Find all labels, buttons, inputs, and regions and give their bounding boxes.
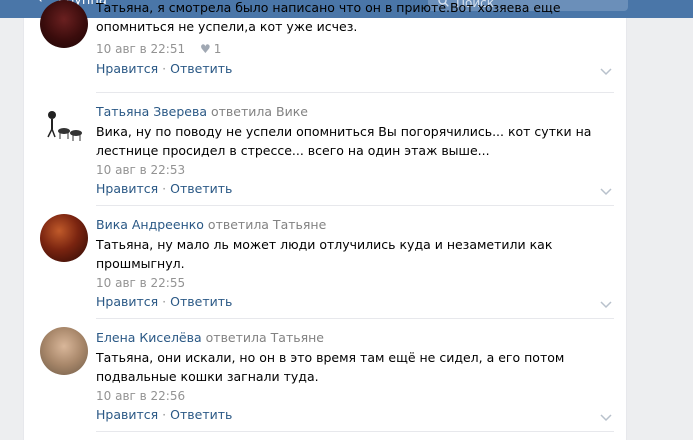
comment-text: Татьяна, я смотрела было написано что он… <box>96 0 596 36</box>
comment-text-line: лестнице просидел в стрессе... всего на … <box>96 143 490 158</box>
avatar[interactable] <box>40 214 88 262</box>
author-name-link[interactable]: Вика Андреенко <box>96 217 204 232</box>
avatar[interactable] <box>40 103 88 151</box>
comment-text: Татьяна, они искали, но он в это время т… <box>96 348 596 386</box>
chevron-down-icon[interactable] <box>600 68 612 76</box>
comment-text-line: Татьяна, они искали, но он в это время т… <box>96 350 565 365</box>
author-name-link[interactable]: Татьяна Зверева <box>96 104 207 119</box>
comment-date[interactable]: 10 авг в 22:51 <box>96 42 185 56</box>
comment-date[interactable]: 10 авг в 22:56 <box>96 389 185 403</box>
comment: Вика Андреенко ответила Татьяне Татьяна,… <box>24 206 628 319</box>
comment-text-line: Вика, ну по поводу не успели опомниться … <box>96 124 592 139</box>
reply-button[interactable]: Ответить <box>170 407 232 422</box>
reply-button[interactable]: Ответить <box>170 181 232 196</box>
comment-actions: Нравится · Ответить <box>96 61 233 76</box>
like-count: 1 <box>213 42 222 56</box>
like-button[interactable]: Нравится <box>96 294 158 309</box>
comments-feed: Татьяна, я смотрела было написано что он… <box>23 0 628 440</box>
like-counter[interactable]: ♥ 1 <box>200 42 221 56</box>
comment-text: Татьяна, ну мало ль может люди отлучилис… <box>96 235 596 273</box>
heart-icon: ♥ <box>200 42 211 56</box>
chevron-down-icon[interactable] <box>600 414 612 422</box>
comment-text-line: опомниться не успели,а кот уже исчез. <box>96 19 358 34</box>
avatar[interactable] <box>40 0 88 48</box>
comment-author: Елена Киселёва ответила Татьяне <box>96 330 324 345</box>
avatar-image <box>47 111 82 141</box>
like-button[interactable]: Нравится <box>96 61 158 76</box>
like-button[interactable]: Нравится <box>96 407 158 422</box>
comment: Татьяна Зверева ответила Вике Вика, ну п… <box>24 93 628 206</box>
comment-actions: Нравится · Ответить <box>96 294 233 309</box>
author-name-link[interactable]: Елена Киселёва <box>96 330 202 345</box>
comment-text-line: прошмыгнул. <box>96 256 185 271</box>
reply-to-label[interactable]: ответила Татьяне <box>206 330 324 345</box>
comment-actions: Нравится · Ответить <box>96 407 233 422</box>
avatar[interactable] <box>40 327 88 375</box>
divider <box>96 431 614 432</box>
reply-button[interactable]: Ответить <box>170 61 232 76</box>
comment-actions: Нравится · Ответить <box>96 181 233 196</box>
comment-text: Вика, ну по поводу не успели опомниться … <box>96 122 596 160</box>
like-button[interactable]: Нравится <box>96 181 158 196</box>
chevron-down-icon[interactable] <box>600 188 612 196</box>
reply-button[interactable]: Ответить <box>170 294 232 309</box>
comment-date[interactable]: 10 авг в 22:55 <box>96 276 185 290</box>
reply-to-label[interactable]: ответила Татьяне <box>208 217 326 232</box>
comment-date[interactable]: 10 авг в 22:53 <box>96 163 185 177</box>
comment-author: Вика Андреенко ответила Татьяне <box>96 217 326 232</box>
chevron-down-icon[interactable] <box>600 301 612 309</box>
comment-author: Татьяна Зверева ответила Вике <box>96 104 308 119</box>
comment: Елена Киселёва ответила Татьяне Татьяна,… <box>24 319 628 432</box>
comment-text-line: Татьяна, я смотрела было написано что он… <box>96 0 561 15</box>
comment-text-line: Татьяна, ну мало ль может люди отлучилис… <box>96 237 553 252</box>
reply-to-label[interactable]: ответила Вике <box>211 104 308 119</box>
comment: Татьяна, я смотрела было написано что он… <box>24 0 628 93</box>
comment-text-line: подвальные кошки загнали туда. <box>96 369 319 384</box>
